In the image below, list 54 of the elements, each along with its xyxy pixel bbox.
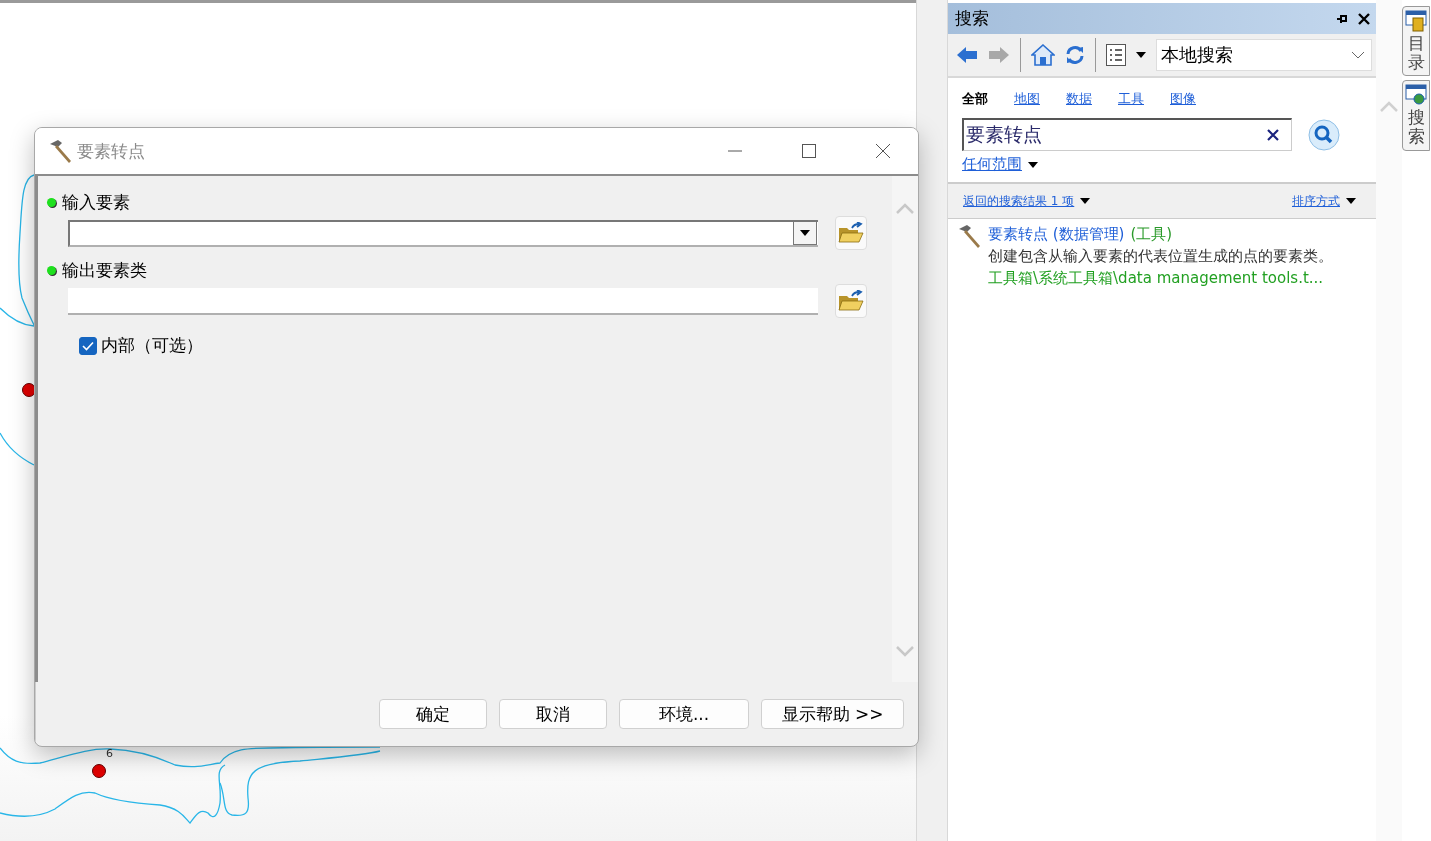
clear-icon[interactable] <box>1267 129 1279 141</box>
category-tab[interactable]: 地图 <box>1014 88 1040 110</box>
close-icon[interactable] <box>1358 12 1370 25</box>
category-tab[interactable]: 图像 <box>1170 88 1196 110</box>
panel-title: 搜索 <box>955 7 989 30</box>
dropdown-arrow-icon[interactable] <box>1028 161 1038 168</box>
results-count-link[interactable]: 返回的搜索结果 1 项 <box>963 192 1075 210</box>
browse-button[interactable] <box>835 216 867 250</box>
side-tab[interactable]: 搜索 <box>1402 80 1430 151</box>
search-window-icon <box>1405 84 1427 107</box>
close-icon <box>875 143 891 159</box>
catalog-icon <box>1405 10 1427 32</box>
range-link[interactable]: 任何范围 <box>962 155 1022 174</box>
field-label: 输出要素类 <box>62 258 147 282</box>
dropdown-arrow-icon[interactable] <box>1080 198 1091 204</box>
map-point-icon <box>92 764 106 778</box>
result-type: (工具) <box>1130 224 1173 245</box>
pin-icon[interactable] <box>1336 12 1348 25</box>
dropdown-arrow-icon[interactable] <box>1346 198 1356 204</box>
minimize-icon <box>727 150 743 152</box>
result-path: 工具箱\系统工具箱\data management tools.t... <box>988 268 1325 289</box>
category-tab[interactable]: 全部 <box>962 88 988 110</box>
dialog-button[interactable]: 环境... <box>619 699 749 729</box>
dropdown-arrow-icon[interactable] <box>1136 52 1146 58</box>
search-button[interactable] <box>1308 118 1340 151</box>
home-icon[interactable] <box>1031 44 1055 66</box>
point-label: 6 <box>106 747 113 760</box>
window-title: 要素转点 <box>77 139 145 163</box>
search-field[interactable]: 要素转点 <box>962 118 1292 151</box>
checkbox-label: 内部（可选） <box>101 334 203 357</box>
list-view-icon[interactable] <box>1106 44 1126 66</box>
side-tab[interactable]: 目录 <box>1402 6 1430 77</box>
dialog-button[interactable]: 取消 <box>499 699 607 729</box>
chevron-down-icon[interactable] <box>1351 51 1365 59</box>
maximize-icon <box>801 143 817 159</box>
result-title-link[interactable]: 要素转点 (数据管理) <box>988 223 1125 245</box>
scope-dropdown[interactable]: 本地搜索 <box>1156 39 1372 71</box>
dropdown-field[interactable] <box>68 219 818 247</box>
required-dot-icon <box>47 265 56 275</box>
required-dot-icon <box>47 197 56 207</box>
input-field[interactable] <box>68 287 818 315</box>
result-description: 创建包含从输入要素的代表位置生成的点的要素类。 <box>988 247 1333 266</box>
back-arrow-icon[interactable] <box>956 46 978 64</box>
dialog-button[interactable]: 确定 <box>379 699 487 729</box>
checkbox[interactable] <box>79 336 97 355</box>
refresh-icon[interactable] <box>1065 45 1085 65</box>
category-tab[interactable]: 工具 <box>1118 88 1144 110</box>
browse-button[interactable] <box>835 284 867 318</box>
checkmark-icon <box>82 340 94 351</box>
field-label: 输入要素 <box>62 190 130 214</box>
sort-link[interactable]: 排序方式 <box>1292 192 1340 210</box>
scope-value: 本地搜索 <box>1161 43 1233 67</box>
dialog-button[interactable]: 显示帮助 >> <box>761 699 904 729</box>
category-tab[interactable]: 数据 <box>1066 88 1092 110</box>
